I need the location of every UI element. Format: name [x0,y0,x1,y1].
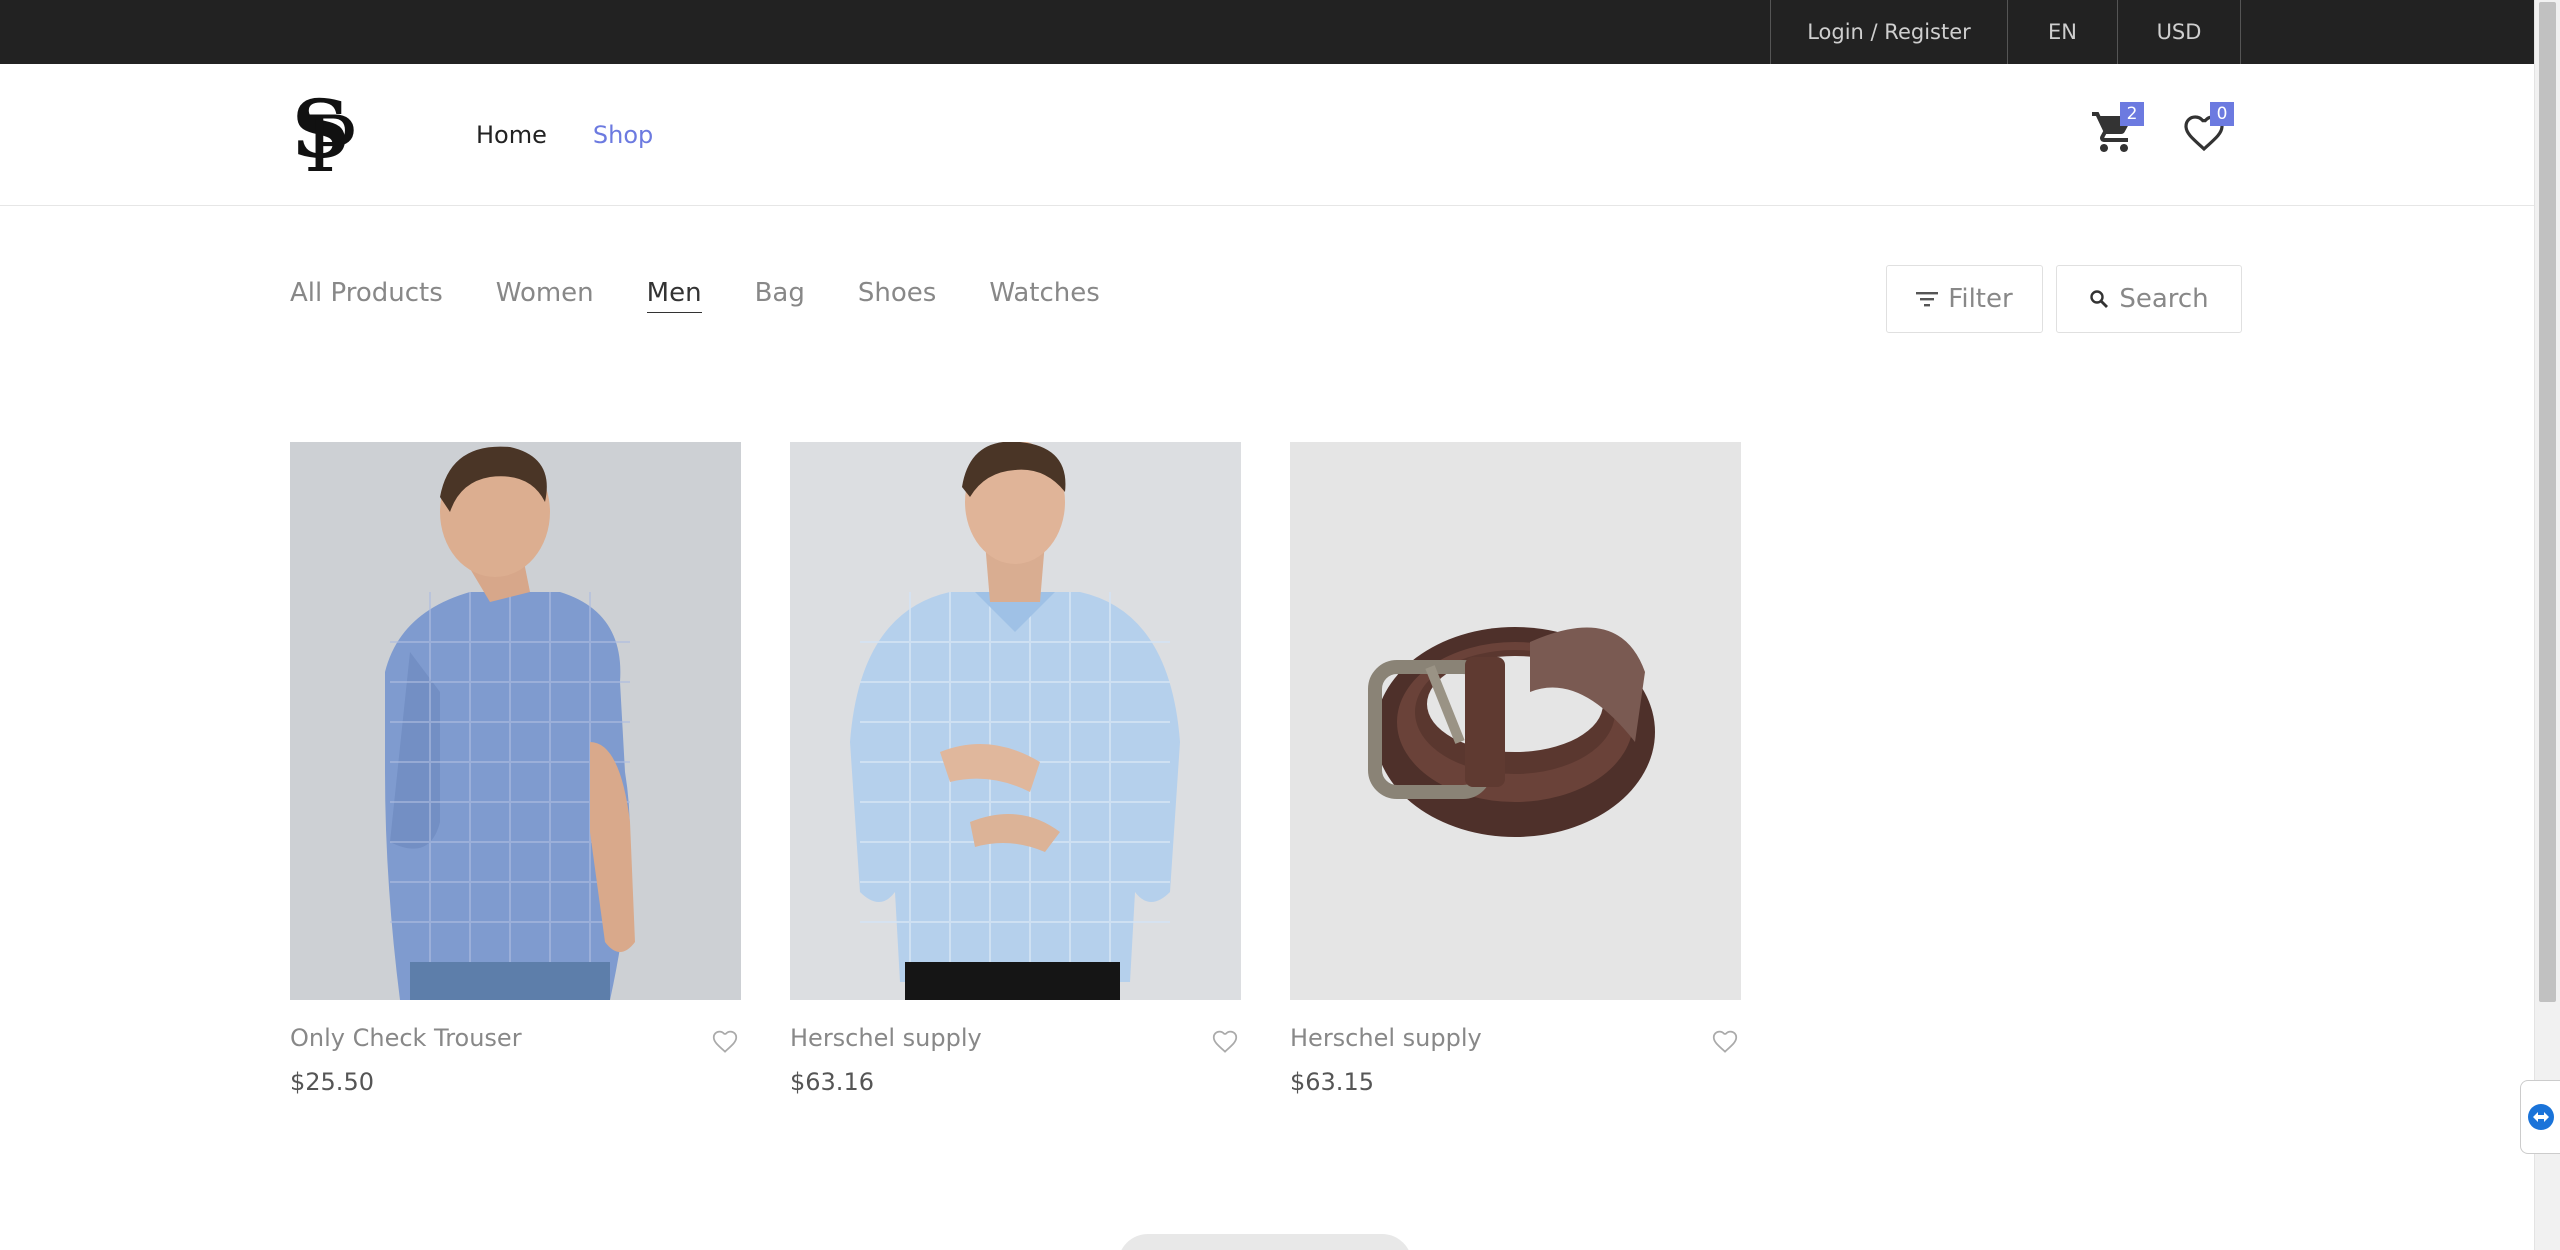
product-info: Herschel supply $63.16 [790,1024,1241,1096]
product-name[interactable]: Herschel supply [1290,1024,1741,1052]
product-info: Only Check Trouser $25.50 [290,1024,741,1096]
top-bar-links: Login / Register EN USD [1770,0,2241,64]
product-card: Only Check Trouser $25.50 [290,442,741,1096]
product-price: $63.15 [1290,1068,1374,1096]
category-filter: All Products Women Men Bag Shoes Watches [290,278,1100,313]
product-price: $63.16 [790,1068,874,1096]
category-men[interactable]: Men [646,278,702,313]
category-watches[interactable]: Watches [989,278,1100,313]
product-image[interactable] [790,442,1241,1000]
product-image[interactable] [290,442,741,1000]
site-logo[interactable]: S P [290,82,360,190]
search-button[interactable]: Search [2056,265,2242,333]
main-header: S P Home Shop 2 0 [0,64,2534,206]
category-shoes[interactable]: Shoes [858,278,936,313]
page-scrollbar[interactable] [2534,0,2560,1250]
top-bar: Login / Register EN USD [0,0,2534,64]
product-card: Herschel supply $63.15 [1290,442,1741,1096]
heart-icon[interactable] [1709,1026,1741,1056]
scrollbar-thumb[interactable] [2539,2,2556,1002]
wishlist-count-badge: 0 [2210,102,2234,126]
filter-button[interactable]: Filter [1886,265,2043,333]
filter-icon [1916,292,1939,307]
category-all-products[interactable]: All Products [290,278,443,313]
category-women[interactable]: Women [496,278,594,313]
search-label: Search [2119,284,2209,314]
nav-home[interactable]: Home [476,121,547,149]
product-card: Herschel supply $63.16 [790,442,1241,1096]
language-selector[interactable]: EN [2007,0,2117,64]
heart-icon[interactable] [709,1026,741,1056]
product-image[interactable] [1290,442,1741,1000]
product-name[interactable]: Herschel supply [790,1024,1241,1052]
svg-text:P: P [304,100,356,183]
currency-selector[interactable]: USD [2117,0,2241,64]
cart-button[interactable]: 2 [2090,102,2144,156]
wishlist-button[interactable]: 0 [2180,102,2234,156]
product-name[interactable]: Only Check Trouser [290,1024,741,1052]
category-bag[interactable]: Bag [755,278,805,313]
nav-shop[interactable]: Shop [593,121,653,149]
cart-count-badge: 2 [2120,102,2144,126]
heart-icon[interactable] [1209,1026,1241,1056]
product-info: Herschel supply $63.15 [1290,1024,1741,1096]
product-price: $25.50 [290,1068,374,1096]
main-nav: Home Shop [476,64,653,206]
double-arrow-icon [2527,1104,2554,1130]
login-register-link[interactable]: Login / Register [1770,0,2007,64]
search-icon [2090,290,2109,308]
remote-support-tab[interactable] [2520,1080,2560,1154]
filter-label: Filter [1948,284,2013,314]
load-more-button[interactable] [1118,1234,1412,1250]
